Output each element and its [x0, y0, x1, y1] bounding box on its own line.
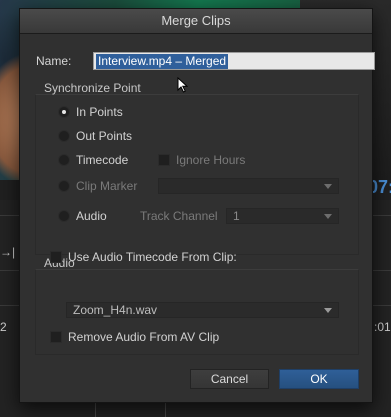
name-input-selection: Interview.mp4 – Merged: [96, 53, 229, 69]
name-input[interactable]: Interview.mp4 – Merged: [93, 52, 375, 70]
use-audio-timecode-checkbox[interactable]: Use Audio Timecode From Clip:: [50, 248, 237, 266]
ruler-tick-label: :01: [374, 320, 391, 334]
radio-icon: [58, 154, 70, 166]
ok-button[interactable]: OK: [279, 369, 359, 389]
timecode-label: Timecode: [76, 153, 129, 167]
track-channel-row: Track Channel: [140, 207, 218, 225]
radio-icon: [58, 130, 70, 142]
mouse-pointer-icon: [177, 77, 188, 93]
name-label: Name:: [36, 54, 72, 68]
synchronize-point-title: Synchronize Point: [44, 81, 141, 95]
radio-icon: [58, 210, 70, 222]
ignore-hours-checkbox[interactable]: Ignore Hours: [158, 151, 245, 169]
checkbox-icon: [50, 251, 62, 263]
checkbox-icon: [50, 331, 62, 343]
radio-clip-marker[interactable]: Clip Marker: [58, 177, 137, 195]
clip-marker-label: Clip Marker: [76, 179, 138, 193]
name-row: Name: Interview.mp4 – Merged: [36, 52, 376, 70]
out-points-label: Out Points: [76, 129, 133, 143]
ignore-hours-label: Ignore Hours: [176, 153, 246, 167]
dropdown-arrow-icon: [324, 184, 332, 189]
track-channel-label: Track Channel: [140, 209, 218, 223]
remove-audio-checkbox[interactable]: Remove Audio From AV Clip: [50, 328, 219, 346]
track-channel-value: 1: [233, 209, 240, 223]
dropdown-arrow-icon: [324, 308, 332, 313]
ruler-tick-label: 2: [0, 320, 7, 334]
remove-audio-label: Remove Audio From AV Clip: [68, 330, 220, 344]
radio-audio[interactable]: Audio: [58, 207, 107, 225]
cancel-button[interactable]: Cancel: [190, 369, 269, 389]
dialog-title: Merge Clips: [20, 9, 372, 34]
merge-clips-dialog: Merge Clips Name: Interview.mp4 – Merged…: [19, 8, 376, 403]
track-channel-dropdown[interactable]: 1: [226, 208, 339, 224]
dropdown-arrow-icon: [324, 214, 332, 219]
radio-selected-icon: [58, 106, 70, 118]
checkbox-icon: [158, 154, 170, 166]
clip-marker-dropdown[interactable]: [158, 178, 339, 194]
radio-icon: [58, 180, 70, 192]
audio-label: Audio: [76, 209, 107, 223]
use-audio-timecode-label: Use Audio Timecode From Clip:: [68, 250, 237, 264]
audio-clip-value: Zoom_H4n.wav: [73, 303, 158, 317]
track-target-icon[interactable]: →|: [0, 245, 15, 259]
audio-clip-dropdown[interactable]: Zoom_H4n.wav: [66, 302, 339, 318]
in-points-label: In Points: [76, 105, 123, 119]
radio-timecode[interactable]: Timecode: [58, 151, 128, 169]
radio-out-points[interactable]: Out Points: [58, 127, 132, 145]
radio-in-points[interactable]: In Points: [58, 103, 123, 121]
